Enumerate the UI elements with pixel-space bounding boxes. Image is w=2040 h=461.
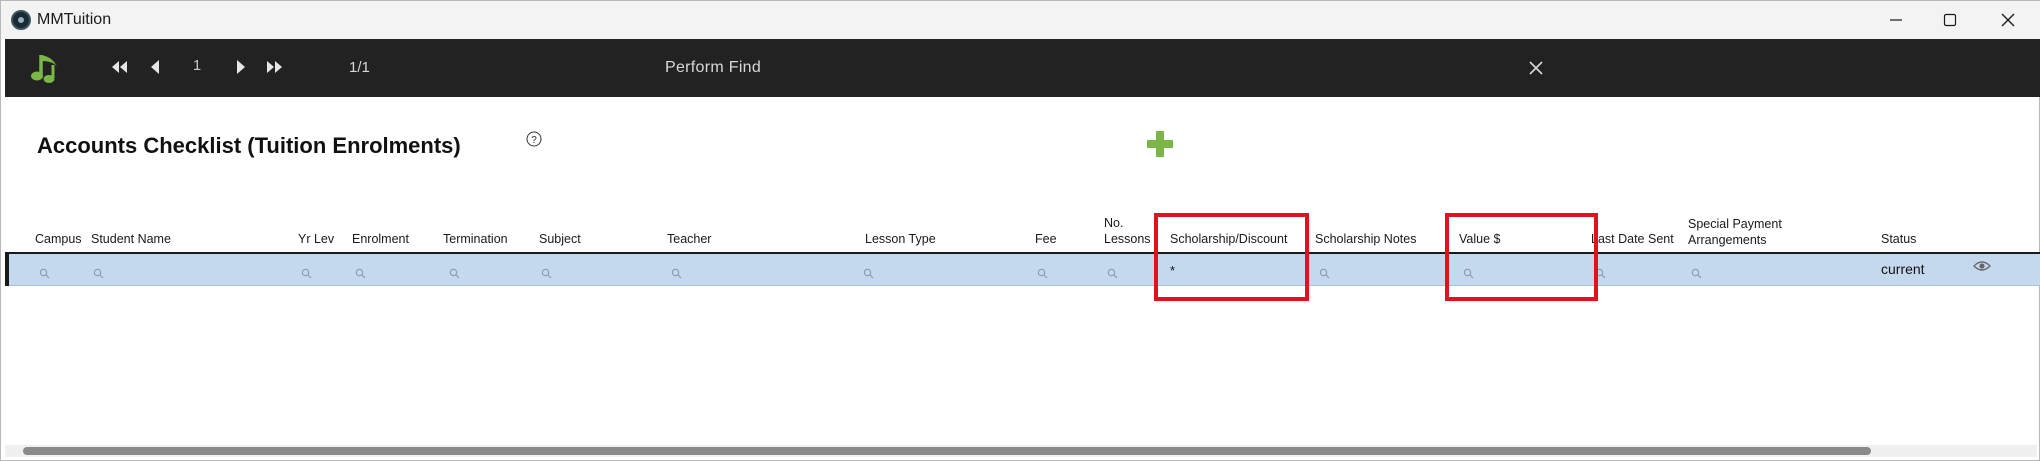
last-record-icon xyxy=(267,61,282,73)
svg-text:?: ? xyxy=(531,135,537,146)
column-header-scholarship-notes[interactable]: Scholarship Notes xyxy=(1315,231,1416,247)
column-header-yr-lev[interactable]: Yr Lev xyxy=(298,231,334,247)
column-header-no-lessons[interactable]: No. Lessons xyxy=(1104,215,1151,247)
column-header-special-payment-arrangements[interactable]: Special Payment Arrangements xyxy=(1688,216,1782,248)
maximize-button[interactable] xyxy=(1921,1,1979,39)
app-icon xyxy=(11,10,31,30)
previous-record-button[interactable] xyxy=(143,55,167,79)
app-window: MMTuition 1 1/1 Perform Find Accounts Ch… xyxy=(0,0,2040,461)
perform-find-button[interactable]: Perform Find xyxy=(665,59,761,77)
help-icon[interactable]: ? xyxy=(526,131,542,147)
column-header-status[interactable]: Status xyxy=(1881,231,1916,247)
add-icon[interactable] xyxy=(1145,129,1175,159)
previous-record-icon xyxy=(151,60,159,74)
column-header-student-name[interactable]: Student Name xyxy=(91,231,171,247)
close-window-button[interactable] xyxy=(1979,1,2037,39)
page-title: Accounts Checklist (Tuition Enrolments) xyxy=(37,133,461,158)
search-icon xyxy=(355,268,366,279)
column-header-last-date-sent[interactable]: Last Date Sent xyxy=(1591,231,1674,247)
horizontal-scrollbar[interactable] xyxy=(23,447,1871,455)
first-record-button[interactable] xyxy=(107,55,131,79)
column-header-lesson-type[interactable]: Lesson Type xyxy=(865,231,936,247)
search-icon xyxy=(39,268,50,279)
highlight-scholarship-discount xyxy=(1154,213,1309,301)
minimize-button[interactable] xyxy=(1867,1,1925,39)
minimize-icon xyxy=(1890,19,1902,21)
first-record-icon xyxy=(112,61,127,73)
search-icon xyxy=(1691,268,1702,279)
next-record-button[interactable] xyxy=(229,55,253,79)
search-icon xyxy=(449,268,460,279)
close-icon[interactable] xyxy=(1525,57,1547,79)
column-header-subject[interactable]: Subject xyxy=(539,231,581,247)
title-bar: MMTuition xyxy=(1,1,2040,39)
search-icon xyxy=(671,268,682,279)
row-marker xyxy=(5,254,9,286)
search-icon xyxy=(301,268,312,279)
highlight-value xyxy=(1445,213,1598,301)
search-icon xyxy=(1037,268,1048,279)
last-record-button[interactable] xyxy=(263,55,287,79)
eye-icon[interactable] xyxy=(1973,259,1991,273)
music-note-icon[interactable] xyxy=(27,47,67,87)
next-record-icon xyxy=(237,60,245,74)
column-header-teacher[interactable]: Teacher xyxy=(667,231,711,247)
status-toolbar: 1 1/1 Perform Find xyxy=(5,39,2040,97)
search-icon xyxy=(1319,268,1330,279)
search-icon xyxy=(541,268,552,279)
close-icon xyxy=(2001,13,2015,27)
search-icon xyxy=(93,268,104,279)
window-title: MMTuition xyxy=(37,11,112,28)
record-count: 1/1 xyxy=(349,59,370,76)
column-header-fee[interactable]: Fee xyxy=(1035,231,1057,247)
record-number-field[interactable]: 1 xyxy=(187,57,207,74)
search-icon xyxy=(1107,268,1118,279)
maximize-icon xyxy=(1943,13,1957,27)
column-header-termination[interactable]: Termination xyxy=(443,231,508,247)
search-icon xyxy=(863,268,874,279)
column-header-enrolment[interactable]: Enrolment xyxy=(352,231,409,247)
status-find-value[interactable]: current xyxy=(1881,261,1925,277)
column-header-campus[interactable]: Campus xyxy=(35,231,82,247)
